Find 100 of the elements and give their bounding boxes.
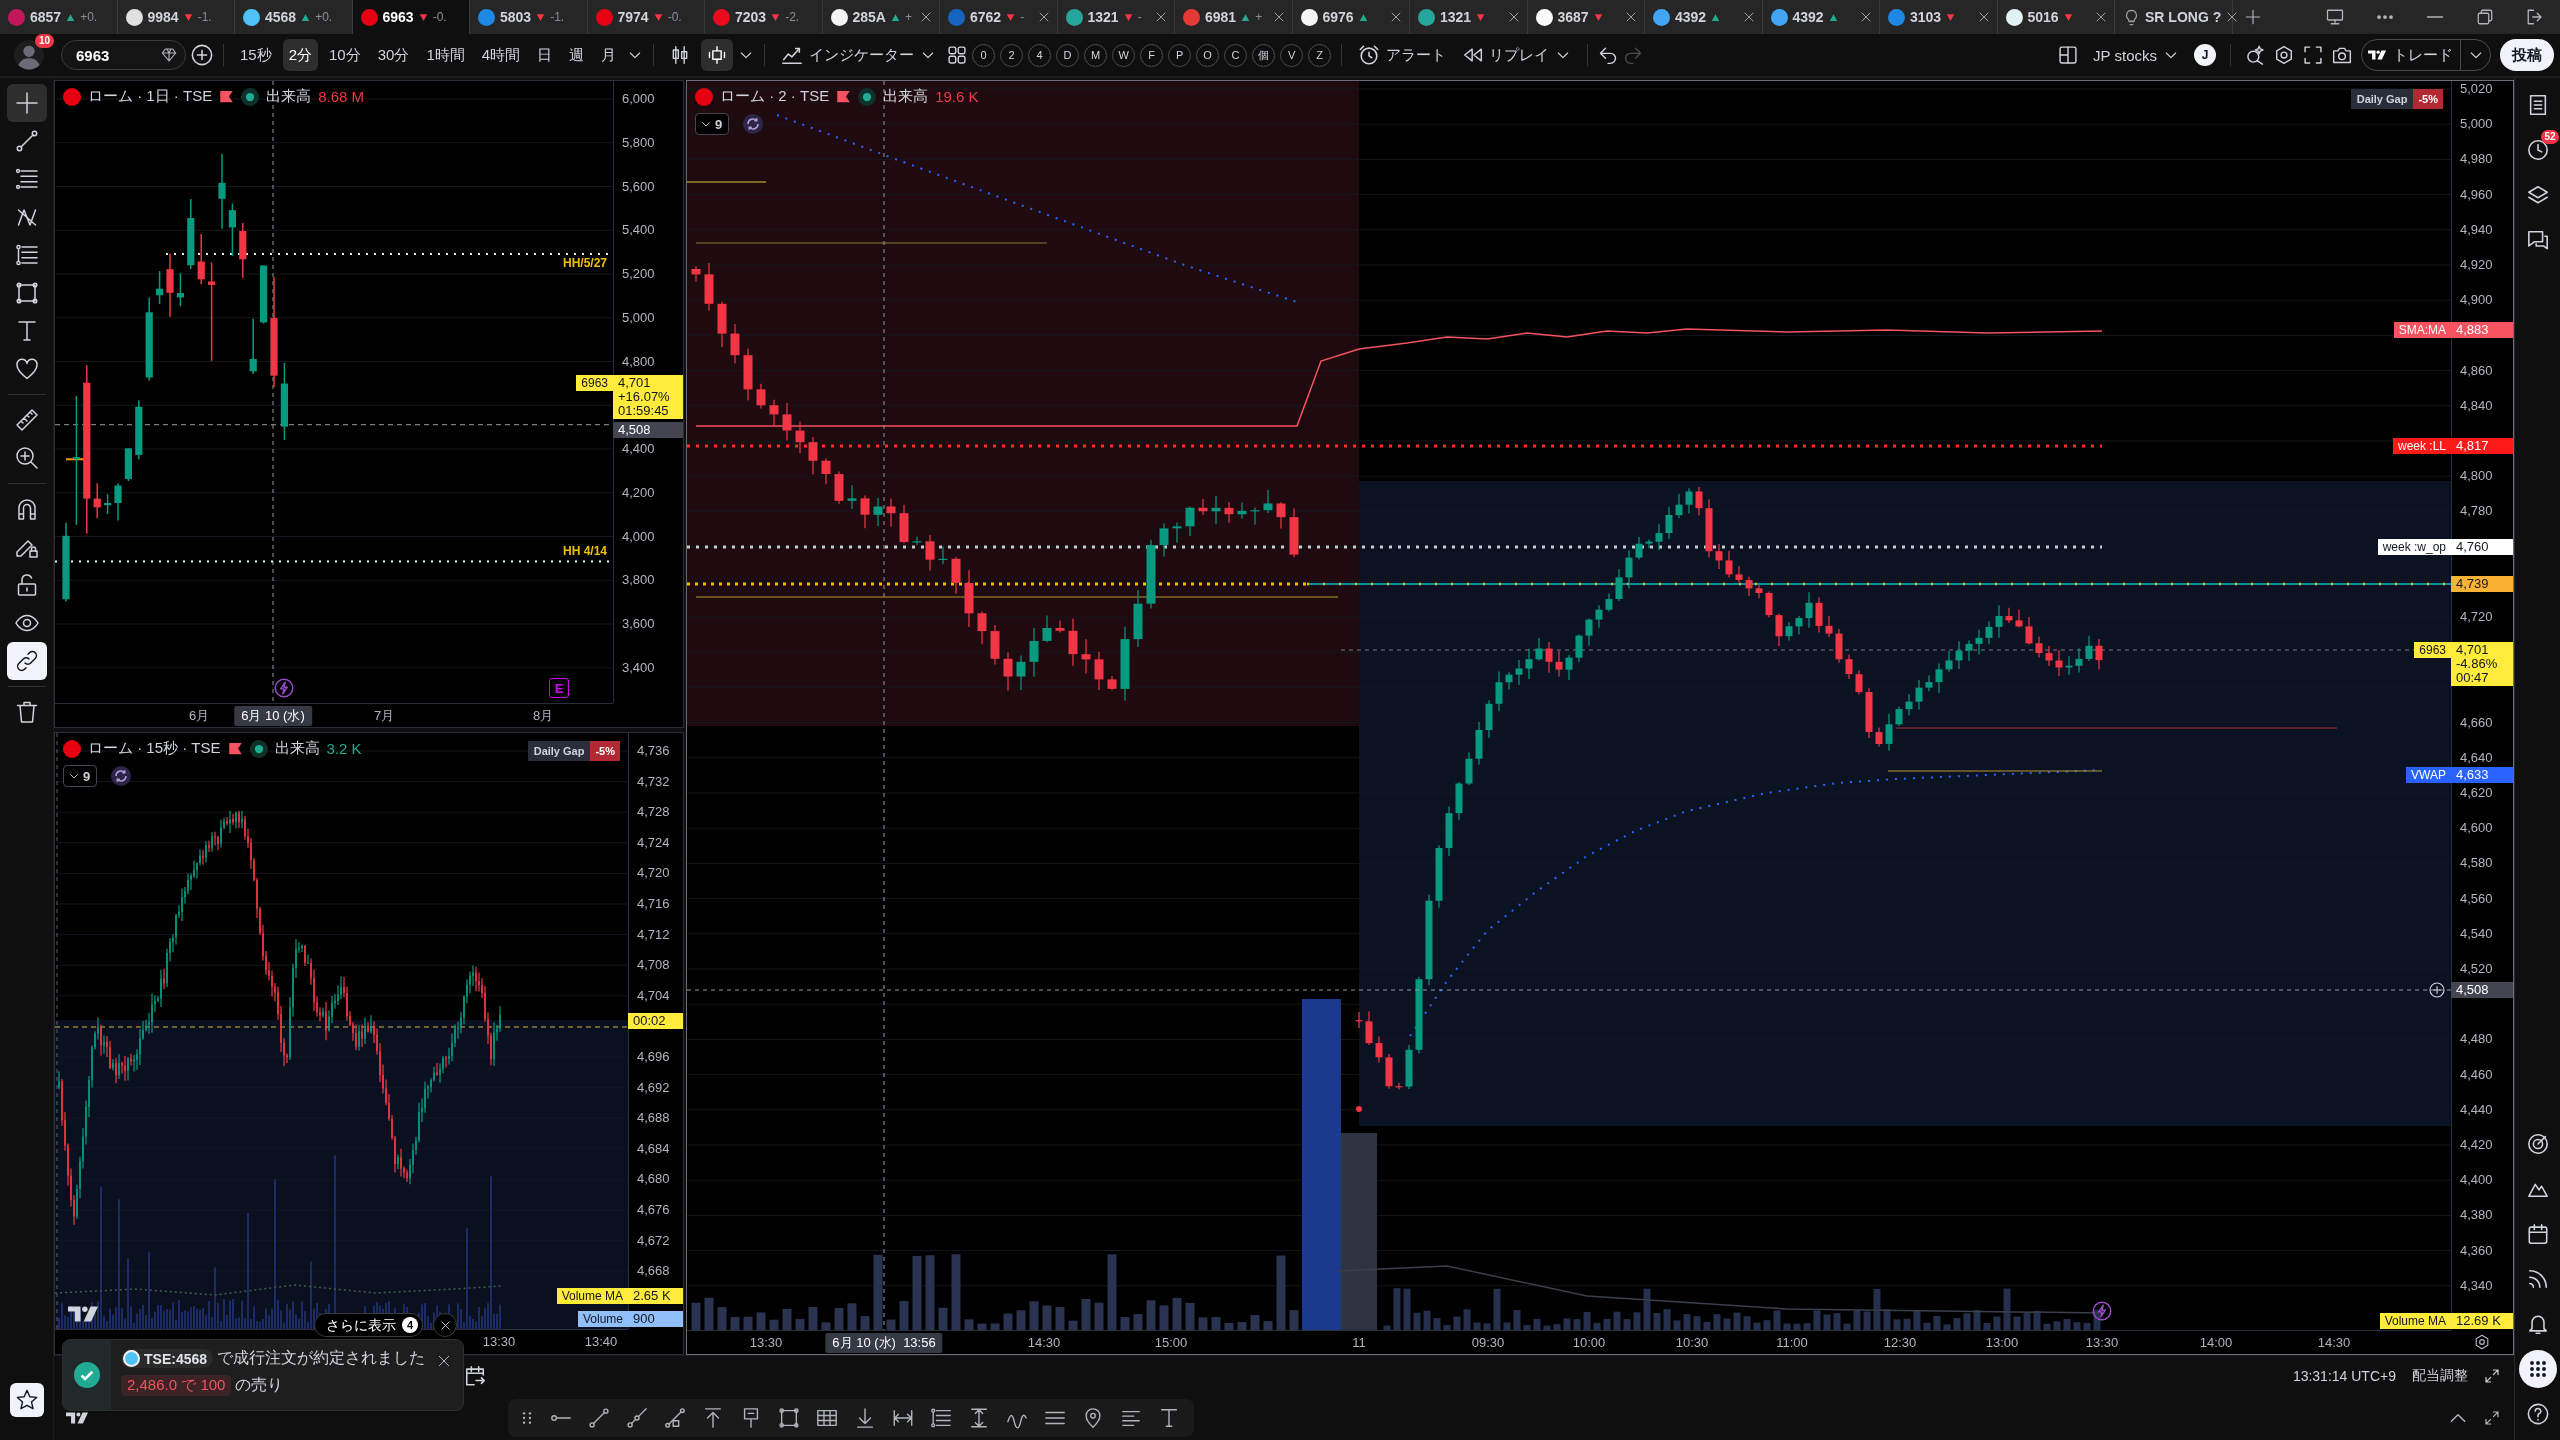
close-icon[interactable] xyxy=(1155,11,1167,23)
price-tick: 4,520 xyxy=(2460,961,2493,977)
volume-value: 19.6 K xyxy=(935,88,979,105)
price-tick: 4,940 xyxy=(2460,221,2493,238)
symbol-search-field[interactable]: 6963 xyxy=(61,40,186,70)
close-icon[interactable] xyxy=(920,11,932,23)
restore-icon[interactable] xyxy=(2476,8,2494,26)
trend-line-icon xyxy=(14,129,39,153)
account-avatar[interactable]: J xyxy=(2194,44,2216,66)
interval-button[interactable]: 週 xyxy=(563,39,591,71)
tool-button[interactable] xyxy=(6,642,47,680)
layout-icon[interactable] xyxy=(2058,45,2079,65)
alert-button[interactable]: アラート xyxy=(1352,39,1453,71)
interval-button[interactable]: 月 xyxy=(595,39,623,71)
close-icon[interactable] xyxy=(1507,11,1520,23)
help-icon xyxy=(2526,1402,2549,1425)
map-pin-icon[interactable] xyxy=(1082,1406,1104,1429)
chart-type-button[interactable] xyxy=(701,39,734,71)
price-tick: 4,200 xyxy=(622,484,655,501)
collapse-button[interactable]: 9 xyxy=(63,765,98,787)
time-tick: 13:00 xyxy=(1985,1335,2019,1351)
apps-grid-icon xyxy=(2528,1359,2547,1378)
watchlist-button[interactable]: JP stocks xyxy=(2087,39,2185,71)
price-label: 4,739 xyxy=(2451,575,2513,592)
calendar-icon xyxy=(2526,1222,2549,1245)
symbol-link[interactable]: TSE:4568 xyxy=(121,1349,214,1368)
timezone-button[interactable]: 13:31:14 UTC+9 xyxy=(2292,1367,2396,1384)
close-icon xyxy=(439,1319,451,1331)
plus-icon[interactable] xyxy=(2244,9,2261,25)
chart-title[interactable]: ローム · 2 · TSE xyxy=(720,87,830,106)
crosshair-price-label: 4,508 xyxy=(2451,982,2513,999)
calendar-arrow-icon[interactable] xyxy=(464,1364,486,1387)
fib-levels-icon[interactable] xyxy=(930,1406,952,1429)
sidebar-button[interactable]: 52 xyxy=(2518,130,2557,169)
exit-icon[interactable] xyxy=(2526,8,2544,26)
settings-icon[interactable] xyxy=(2474,1334,2490,1350)
arrow-down-icon[interactable] xyxy=(854,1406,876,1429)
plus-circle-icon[interactable] xyxy=(2429,982,2445,999)
close-icon[interactable] xyxy=(2226,11,2239,23)
replay-button[interactable]: リプレイ xyxy=(1457,39,1578,71)
fullscreen-icon[interactable] xyxy=(2303,45,2323,65)
time-tick: 14:30 xyxy=(1027,1335,1061,1351)
close-icon[interactable] xyxy=(1860,11,1872,23)
sync-icon[interactable] xyxy=(743,114,763,134)
close-icon[interactable] xyxy=(437,1354,451,1368)
grid-icon[interactable] xyxy=(947,45,968,65)
close-icon[interactable] xyxy=(2095,11,2107,23)
price-label: 12.69 K xyxy=(2451,1313,2513,1329)
add-icon[interactable] xyxy=(191,44,213,66)
interval-button[interactable]: 日 xyxy=(531,39,559,71)
indicators-button[interactable]: インジケーター xyxy=(775,39,943,71)
rectangle-icon[interactable] xyxy=(778,1406,800,1429)
undo-icon[interactable] xyxy=(1598,45,1619,65)
horizontal-lines-icon xyxy=(14,167,39,191)
text-tool-icon[interactable] xyxy=(1158,1406,1180,1429)
gem-icon xyxy=(161,47,177,63)
close-icon[interactable] xyxy=(1037,11,1050,23)
interval-button[interactable]: 30分 xyxy=(371,39,416,71)
rectangle-icon xyxy=(14,281,39,305)
interval-button[interactable]: 1時間 xyxy=(420,39,471,71)
vertical-measure-icon[interactable] xyxy=(968,1406,990,1429)
interval-button[interactable]: 15秒 xyxy=(234,39,278,71)
camera-icon[interactable] xyxy=(2332,45,2352,65)
sync-icon[interactable] xyxy=(111,766,131,786)
close-icon[interactable] xyxy=(1742,11,1755,23)
publish-button[interactable]: 投稿 xyxy=(2500,39,2554,71)
trend-line-icon[interactable] xyxy=(588,1406,610,1429)
settings-icon[interactable] xyxy=(2274,45,2294,65)
interval-button[interactable]: 4時間 xyxy=(475,39,527,71)
ruler-icon xyxy=(14,408,39,432)
grip-icon[interactable] xyxy=(520,1410,534,1425)
sparkle-search-icon[interactable] xyxy=(2245,45,2265,65)
clock-icon xyxy=(2526,138,2549,161)
show-more-button[interactable]: さらに表示 4 xyxy=(314,1313,423,1337)
target-icon xyxy=(2526,1132,2549,1155)
polyline-icon[interactable] xyxy=(664,1406,686,1429)
interval-button[interactable]: 10分 xyxy=(323,39,367,71)
favorites-button[interactable] xyxy=(9,1383,44,1417)
order-side-text: の売り xyxy=(235,1375,284,1395)
collapse-button[interactable]: 9 xyxy=(695,113,730,135)
adjustment-button[interactable]: 配当調整 xyxy=(2412,1366,2468,1385)
tab[interactable]: 6963 -0. xyxy=(352,0,470,34)
indicator-label: Daily Gap xyxy=(2350,89,2414,109)
sidebar-button[interactable] xyxy=(2518,1349,2557,1388)
monitor-icon[interactable] xyxy=(2326,8,2344,26)
interval-button[interactable]: 2分 xyxy=(282,39,319,71)
price-tick: 4,684 xyxy=(637,1140,670,1157)
close-icon[interactable] xyxy=(1390,11,1402,23)
close-icon[interactable] xyxy=(1272,11,1285,23)
chart-title[interactable]: ローム · 15秒 · TSE xyxy=(88,739,221,758)
price-tick: 4,732 xyxy=(637,773,670,790)
ray-icon[interactable] xyxy=(626,1406,648,1429)
arrow-up-icon[interactable] xyxy=(702,1406,724,1429)
close-icon[interactable] xyxy=(1625,11,1637,23)
time-tick: 6月 xyxy=(188,708,210,724)
expand-icon[interactable] xyxy=(2484,1409,2500,1426)
expand-icon[interactable] xyxy=(2484,1367,2500,1384)
close-icon[interactable] xyxy=(1977,11,1990,23)
status-dot-icon xyxy=(858,87,877,106)
tool-button[interactable] xyxy=(6,84,47,122)
